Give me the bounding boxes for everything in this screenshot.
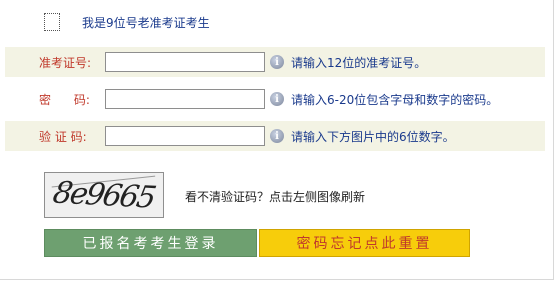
- old-candidate-option[interactable]: 我是9位号老准考证考生: [44, 12, 210, 32]
- exam-number-input[interactable]: [105, 52, 265, 72]
- password-label: 密 码:: [39, 92, 90, 107]
- exam-number-hint: 请输入12位的准考证号。: [291, 55, 427, 70]
- old-candidate-label: 我是9位号老准考证考生: [82, 15, 210, 30]
- info-icon: i: [270, 92, 284, 106]
- login-button[interactable]: 已报名考考生登录: [44, 229, 257, 257]
- captcha-image-text: 8e9665: [50, 174, 158, 216]
- info-icon: i: [270, 55, 284, 69]
- info-icon: i: [270, 129, 284, 143]
- password-input[interactable]: [105, 89, 265, 109]
- captcha-input[interactable]: [105, 126, 265, 146]
- old-candidate-checkbox[interactable]: [44, 13, 60, 31]
- captcha-label: 验 证 码:: [39, 129, 87, 144]
- exam-number-row: 准考证号: i 请输入12位的准考证号。: [5, 47, 545, 77]
- captcha-image[interactable]: 8e9665: [44, 172, 164, 218]
- password-row: 密 码: i 请输入6-20位包含字母和数字的密码。: [5, 84, 545, 114]
- captcha-refresh-text: 看不清验证码？点击左侧图像刷新: [185, 190, 366, 204]
- captcha-hint: 请输入下方图片中的6位数字。: [291, 129, 455, 144]
- captcha-row: 验 证 码: i 请输入下方图片中的6位数字。: [5, 121, 545, 151]
- exam-number-label: 准考证号:: [39, 55, 92, 70]
- reset-password-button[interactable]: 密码忘记点此重置: [259, 229, 470, 257]
- password-hint: 请输入6-20位包含字母和数字的密码。: [291, 92, 499, 107]
